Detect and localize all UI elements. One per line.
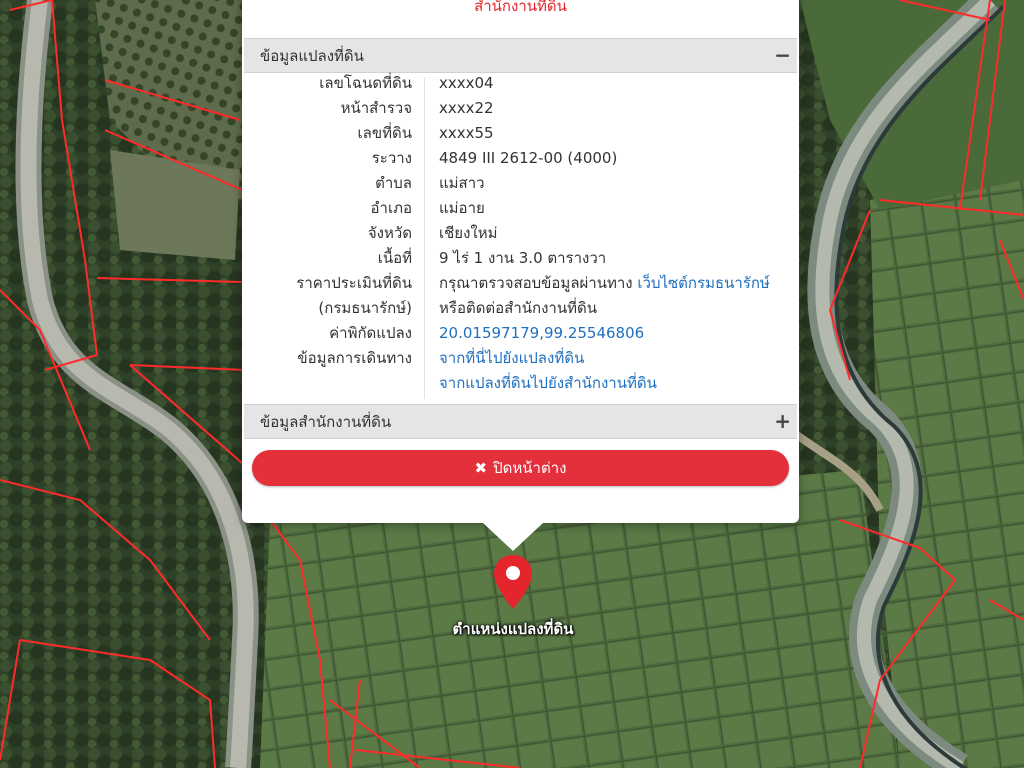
marker-label: ตำแหน่งแปลงที่ดิน: [452, 620, 574, 638]
row-value: 9 ไร่ 1 งาน 3.0 ตารางวา: [439, 249, 607, 267]
row-label: จังหวัด: [367, 224, 412, 242]
accordion-parcel-info-label: ข้อมูลแปลงที่ดิน: [260, 47, 364, 65]
treasury-website-link[interactable]: เว็บไซต์กรมธนารักษ์: [637, 274, 769, 292]
parcel-info-popup: สำนักงานที่ดิน ข้อมูลแปลงที่ดิน − เลขโฉน…: [242, 0, 799, 523]
row-value: xxxx55: [439, 124, 494, 142]
row-label: (กรมธนารักษ์): [318, 299, 412, 317]
table-row: ข้อมูลการเดินทาง จากที่นี่ไปยังแปลงที่ดิ…: [244, 346, 797, 371]
accordion-parcel-info[interactable]: ข้อมูลแปลงที่ดิน −: [244, 38, 797, 73]
row-value: หรือติดต่อสำนักงานที่ดิน: [439, 299, 597, 317]
row-label: เลขโฉนดที่ดิน: [319, 74, 412, 92]
table-row: (กรมธนารักษ์) หรือติดต่อสำนักงานที่ดิน: [244, 296, 797, 321]
expand-icon[interactable]: +: [774, 405, 791, 437]
close-window-button[interactable]: ✖ ปิดหน้าต่าง: [252, 450, 789, 486]
table-row: หน้าสำรวจ xxxx22: [244, 96, 797, 121]
row-value: xxxx04: [439, 74, 494, 92]
row-label: อำเภอ: [370, 199, 412, 217]
collapse-icon[interactable]: −: [774, 39, 791, 71]
table-row: จังหวัด เชียงใหม่: [244, 221, 797, 246]
table-row: ระวาง 4849 III 2612-00 (4000): [244, 146, 797, 171]
row-label: เนื้อที่: [377, 249, 412, 267]
table-row: ตำบล แม่สาว: [244, 171, 797, 196]
row-value: แม่อาย: [439, 199, 485, 217]
popup-title: สำนักงานที่ดิน: [474, 0, 567, 15]
table-row: จากแปลงที่ดินไปยังสำนักงานที่ดิน: [244, 371, 797, 396]
close-icon: ✖: [474, 459, 488, 477]
table-row: อำเภอ แม่อาย: [244, 196, 797, 221]
coordinates-link[interactable]: 20.01597179,99.25546806: [439, 321, 644, 346]
row-label: ตำบล: [375, 174, 412, 192]
directions-to-office-link[interactable]: จากแปลงที่ดินไปยังสำนักงานที่ดิน: [439, 371, 657, 396]
row-label: ค่าพิกัดแปลง: [329, 324, 412, 342]
close-window-label: ปิดหน้าต่าง: [493, 459, 567, 477]
table-row: เนื้อที่ 9 ไร่ 1 งาน 3.0 ตารางวา: [244, 246, 797, 271]
row-label: ราคาประเมินที่ดิน: [296, 274, 412, 292]
parcel-info-table: เลขโฉนดที่ดิน xxxx04 หน้าสำรวจ xxxx22 เล…: [244, 73, 797, 404]
row-label: ระวาง: [371, 149, 412, 167]
table-row: เลขที่ดิน xxxx55: [244, 121, 797, 146]
row-value: เชียงใหม่: [439, 224, 498, 242]
row-value: แม่สาว: [439, 174, 485, 192]
row-value: 4849 III 2612-00 (4000): [439, 149, 618, 167]
row-label: ข้อมูลการเดินทาง: [297, 349, 412, 367]
row-label: หน้าสำรวจ: [340, 99, 412, 117]
row-value: xxxx22: [439, 99, 494, 117]
table-row: ค่าพิกัดแปลง 20.01597179,99.25546806: [244, 321, 797, 346]
directions-to-parcel-link[interactable]: จากที่นี่ไปยังแปลงที่ดิน: [439, 346, 584, 371]
popup-pointer: [483, 523, 543, 551]
map-pin-icon[interactable]: [492, 553, 534, 611]
row-label: เลขที่ดิน: [357, 124, 412, 142]
table-row: ราคาประเมินที่ดิน กรุณาตรวจสอบข้อมูลผ่าน…: [244, 271, 797, 296]
table-row: เลขโฉนดที่ดิน xxxx04: [244, 71, 797, 96]
row-value-text: กรุณาตรวจสอบข้อมูลผ่านทาง: [439, 274, 638, 292]
accordion-office-info-label: ข้อมูลสำนักงานที่ดิน: [260, 413, 392, 431]
row-value: กรุณาตรวจสอบข้อมูลผ่านทาง เว็บไซต์กรมธนา…: [439, 271, 770, 296]
accordion-office-info[interactable]: ข้อมูลสำนักงานที่ดิน +: [244, 404, 797, 439]
